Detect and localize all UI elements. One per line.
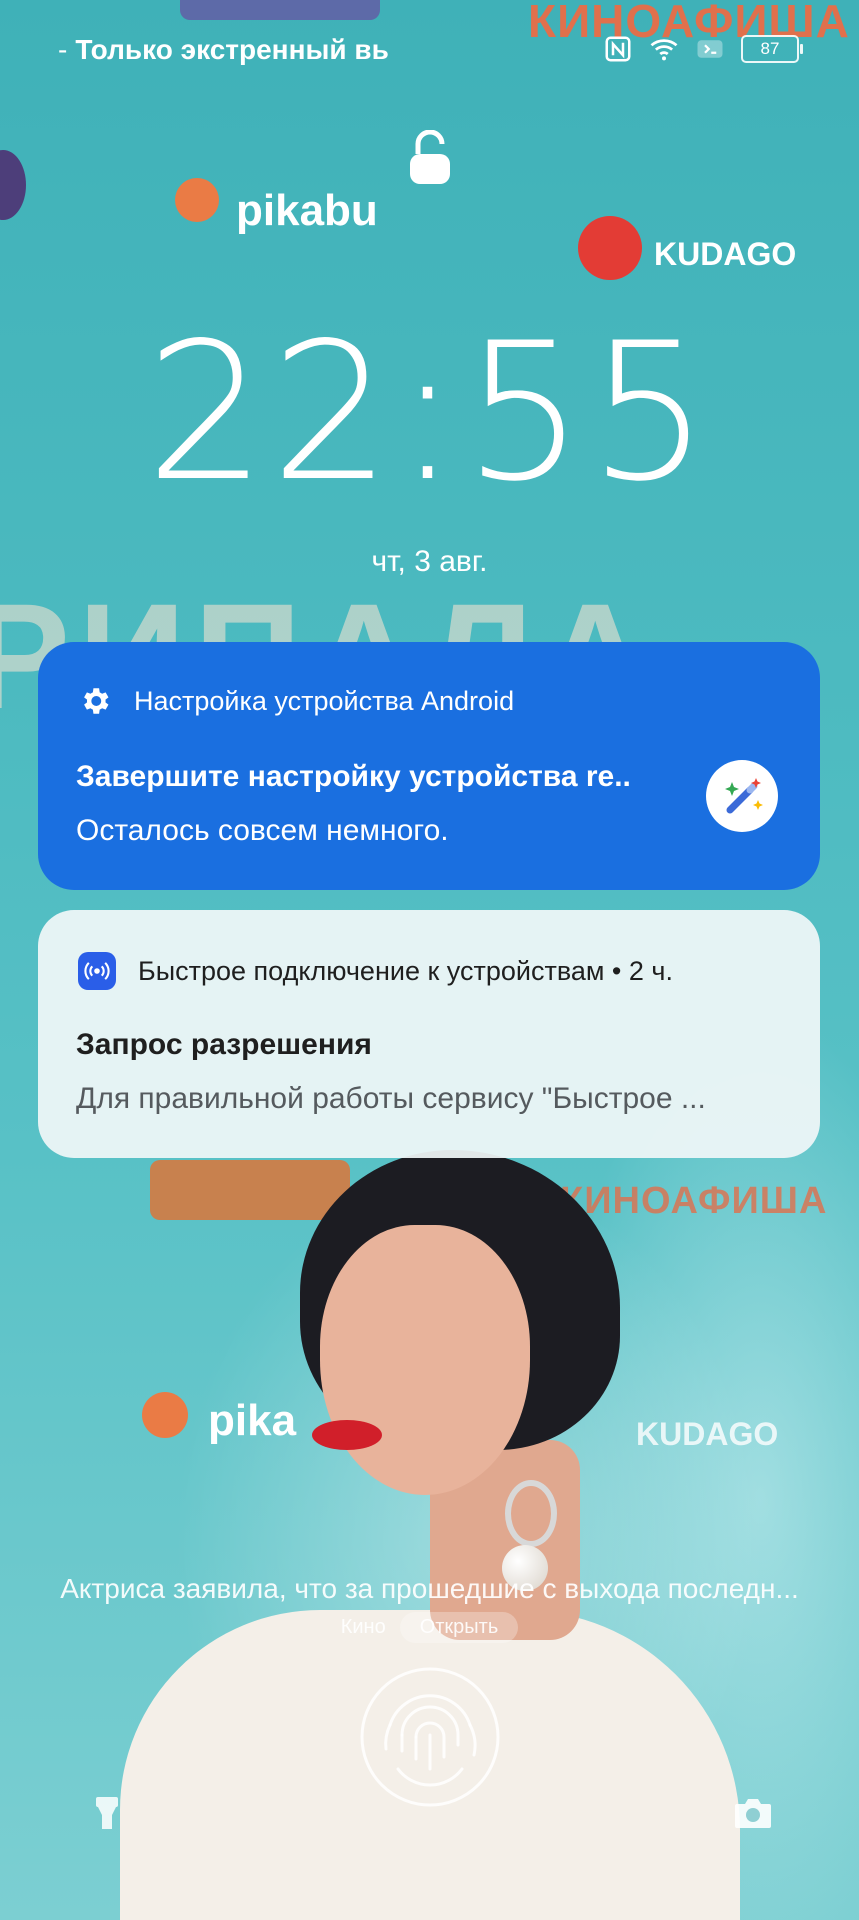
- magazine-source: Кино: [340, 1616, 386, 1638]
- fingerprint-icon[interactable]: [358, 1665, 502, 1809]
- wallpaper-brand-kudago: KUDAGO: [654, 236, 797, 272]
- magic-wand-icon: [706, 760, 778, 832]
- camera-icon[interactable]: [733, 1796, 773, 1830]
- notification-body: Осталось совсем немного.: [76, 814, 449, 847]
- data-saver-icon: [697, 40, 723, 58]
- flashlight-icon[interactable]: [92, 1795, 122, 1831]
- pikabu-logo-icon-2: [142, 1392, 188, 1438]
- person-earring: [505, 1480, 557, 1547]
- pikabu-logo-icon: [175, 178, 219, 222]
- person-lips: [312, 1420, 382, 1450]
- person-face: [320, 1225, 530, 1495]
- carrier-status: - Только экстренный вы: [58, 34, 388, 66]
- open-button[interactable]: Открыть: [399, 1612, 519, 1643]
- emergency-only-text: Только экстренный вы: [75, 34, 388, 65]
- lock-icon[interactable]: [408, 130, 452, 186]
- wallpaper-decoration: [0, 150, 26, 220]
- nearby-share-icon: [78, 952, 116, 990]
- lock-clock: 22:55: [145, 302, 714, 523]
- notification-device-setup[interactable]: Настройка устройства Android Завершите н…: [38, 642, 820, 890]
- notification-app-name: Быстрое подключение к устройствам • 2 ч.: [138, 955, 673, 986]
- notification-title: Запрос разрешения: [76, 1028, 372, 1061]
- status-icons: 87: [603, 34, 803, 64]
- lock-date: чт, 3 авг.: [371, 545, 488, 578]
- notification-title: Завершите настройку устройства re..: [76, 760, 631, 793]
- gear-icon: [84, 688, 109, 714]
- wifi-icon: [650, 39, 678, 61]
- status-bar: - Только экстренный вы 87: [0, 0, 859, 100]
- wallpaper-brand-pikabu: pikabu: [236, 186, 378, 235]
- wallpaper-decoration: [150, 1160, 350, 1220]
- wallpaper-brand-pika: pika: [208, 1396, 297, 1445]
- notification-body: Для правильной работы сервису "Быстрое .…: [76, 1082, 706, 1115]
- notification-header: Быстрое подключение к устройствам • 2 ч.: [78, 952, 673, 990]
- magazine-meta: Кино Открыть: [0, 1612, 859, 1643]
- notification-header: Настройка устройства Android: [78, 684, 514, 718]
- notification-app-name: Настройка устройства Android: [134, 685, 515, 716]
- nfc-icon: [605, 36, 631, 62]
- wallpaper-brand-kudago-2: KUDAGO: [636, 1416, 779, 1452]
- magazine-headline[interactable]: Актриса заявила, что за прошедшие с выхо…: [0, 1573, 859, 1605]
- status-dash: -: [58, 34, 68, 65]
- wallpaper-brand-kinoafisha-2: КИНОАФИША: [560, 1180, 828, 1222]
- notification-quick-connect[interactable]: Быстрое подключение к устройствам • 2 ч.…: [38, 910, 820, 1158]
- kudago-logo-icon: [578, 216, 642, 280]
- battery-icon: 87: [741, 35, 803, 63]
